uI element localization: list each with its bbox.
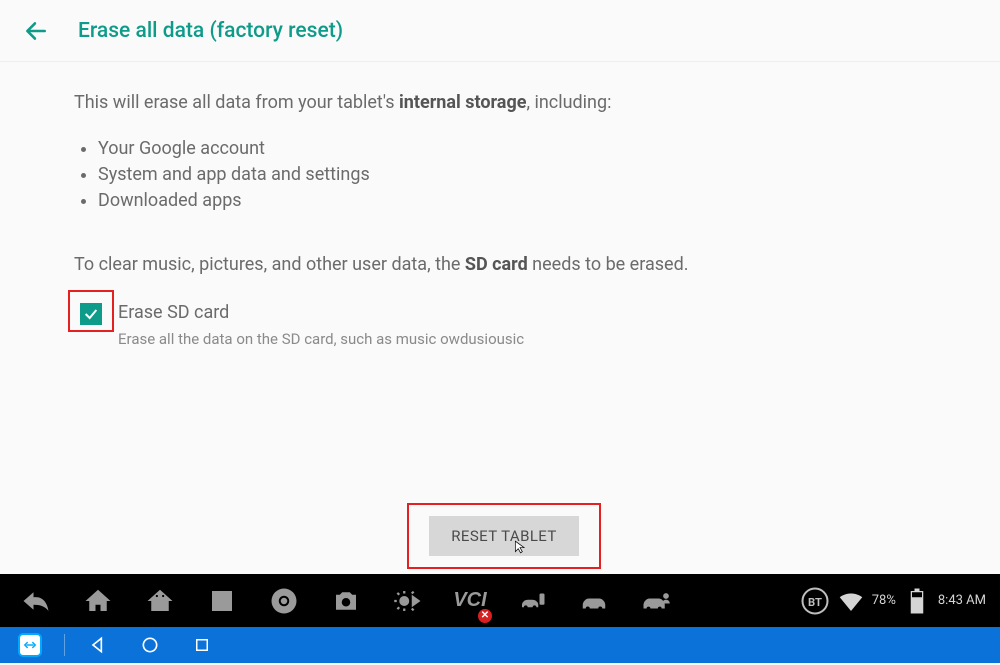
bt-status-icon: BT: [800, 586, 830, 616]
nav-back-button[interactable]: [87, 634, 109, 656]
system-navbar: [0, 627, 1000, 663]
sd-note-after: needs to be erased.: [528, 254, 689, 275]
bullet-item: Your Google account: [98, 136, 926, 162]
sd-note-before: To clear music, pictures, and other user…: [74, 254, 465, 275]
recent-apps-icon[interactable]: [204, 583, 240, 619]
camera-icon[interactable]: [328, 583, 364, 619]
app-dock: VCI ✕ BT 78% 8:43 AM: [0, 574, 1000, 627]
intro-text: This will erase all data from your table…: [74, 90, 926, 116]
app-header: Erase all data (factory reset): [0, 0, 1000, 62]
battery-icon: [902, 586, 932, 616]
reply-icon[interactable]: [18, 583, 54, 619]
home-icon[interactable]: [80, 583, 116, 619]
status-bar: BT 78% 8:43 AM: [800, 586, 1000, 616]
erase-sd-row: Erase SD card Erase all the data on the …: [74, 296, 926, 358]
chrome-icon[interactable]: [266, 583, 302, 619]
car-icon[interactable]: [576, 583, 612, 619]
clock-time: 8:43 AM: [938, 593, 986, 608]
reset-tablet-button[interactable]: RESET TABLET: [429, 516, 578, 556]
intro-before: This will erase all data from your table…: [74, 92, 399, 113]
car-key-icon[interactable]: [514, 583, 550, 619]
erase-sd-text: Erase SD card Erase all the data on the …: [118, 300, 524, 350]
erase-sd-checkbox[interactable]: [80, 303, 102, 325]
nav-home-button[interactable]: [139, 634, 161, 656]
nav-recent-button[interactable]: [191, 634, 213, 656]
erase-sd-subtext: Erase all the data on the SD card, such …: [118, 329, 524, 351]
sd-note: To clear music, pictures, and other user…: [74, 252, 926, 278]
nav-divider: [64, 634, 65, 656]
intro-after: , including:: [526, 92, 611, 113]
brightness-icon[interactable]: [390, 583, 426, 619]
erase-sd-label: Erase SD card: [118, 300, 524, 326]
vci-status-icon[interactable]: VCI ✕: [452, 583, 488, 619]
sd-note-bold: SD card: [465, 254, 528, 275]
car-user-icon[interactable]: [638, 583, 674, 619]
android-home-icon[interactable]: [142, 583, 178, 619]
highlight-box-reset: RESET TABLET: [407, 503, 601, 569]
back-arrow-button[interactable]: [18, 13, 54, 49]
main-content: This will erase all data from your table…: [0, 62, 1000, 358]
bullet-item: Downloaded apps: [98, 188, 926, 214]
bullet-list: Your Google account System and app data …: [92, 136, 926, 214]
bullet-item: System and app data and settings: [98, 162, 926, 188]
page-title: Erase all data (factory reset): [78, 19, 343, 43]
battery-percent: 78%: [872, 593, 896, 608]
intro-bold: internal storage: [399, 92, 526, 113]
vci-error-badge: ✕: [478, 609, 492, 623]
wifi-icon: [836, 586, 866, 616]
teamviewer-icon[interactable]: [18, 633, 42, 657]
svg-text:BT: BT: [808, 596, 822, 609]
